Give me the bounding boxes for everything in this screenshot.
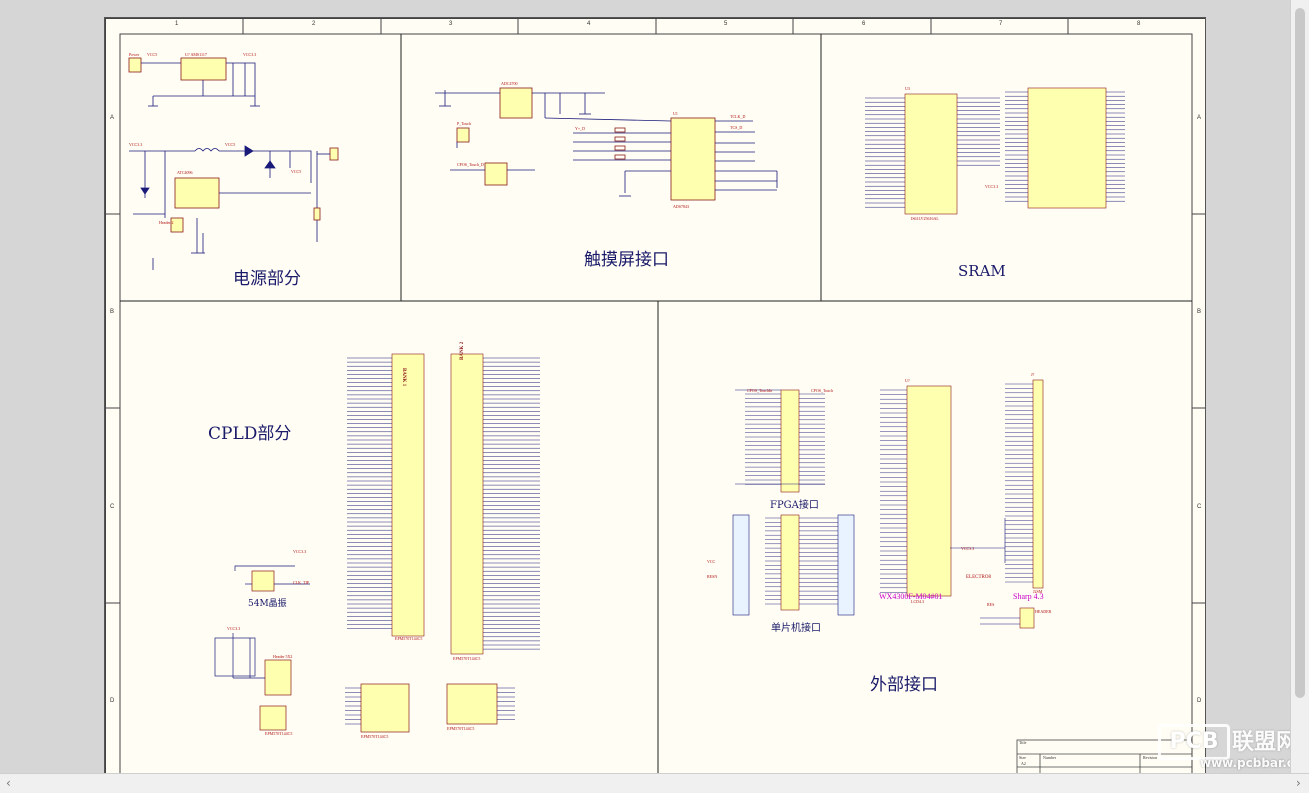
title-block-size: Size — [1019, 755, 1026, 760]
electro-label: ELECTRO8 — [966, 575, 991, 580]
svg-text:ADC4700: ADC4700 — [501, 81, 517, 86]
svg-text:VCC5: VCC5 — [225, 142, 235, 147]
svg-text:CPOS_TouchIn: CPOS_TouchIn — [747, 388, 772, 393]
schematic-drawing: VCC5 VCC3.3 Power VCC3.3 VCC5 U? AMS1117… — [105, 18, 1205, 776]
svg-text:ATC4096: ATC4096 — [177, 170, 193, 175]
svg-text:CLK_TIP: CLK_TIP — [293, 580, 310, 585]
svg-text:CPOS_Touch_D: CPOS_Touch_D — [457, 162, 484, 167]
svg-text:Power: Power — [129, 52, 140, 57]
svg-text:VCC3.3: VCC3.3 — [985, 184, 998, 189]
svg-text:IS61LV25616AL: IS61LV25616AL — [911, 216, 939, 221]
border-row-label: D — [1197, 698, 1202, 704]
scroll-left-icon[interactable]: ‹ — [6, 776, 11, 790]
border-col-label: 8 — [1137, 21, 1141, 27]
svg-text:VCC3.3: VCC3.3 — [227, 626, 240, 631]
svg-text:EPM570T144C5: EPM570T144C5 — [453, 656, 480, 661]
svg-text:CPOS_Touch: CPOS_Touch — [811, 388, 833, 393]
scroll-right-icon[interactable]: › — [1296, 776, 1301, 790]
schematic-viewer[interactable]: VCC5 VCC3.3 Power VCC3.3 VCC5 U? AMS1117… — [0, 0, 1309, 793]
svg-text:Header 2: Header 2 — [159, 220, 174, 225]
border-col-label: 2 — [312, 21, 316, 27]
svg-text:RES: RES — [987, 602, 994, 607]
svg-text:VCC3.3: VCC3.3 — [293, 549, 306, 554]
svg-text:U? AMS1117: U? AMS1117 — [185, 52, 207, 57]
svg-text:U1: U1 — [673, 111, 678, 116]
svg-text:ADS7843: ADS7843 — [673, 204, 689, 209]
power-circuit — [128, 57, 339, 270]
section-title-external: 外部接口 — [870, 675, 938, 695]
svg-text:EPM570T144C5: EPM570T144C5 — [395, 636, 422, 641]
schematic-sheet[interactable]: VCC5 VCC3.3 Power VCC3.3 VCC5 U? AMS1117… — [104, 17, 1206, 777]
svg-text:VCC3.3: VCC3.3 — [129, 142, 142, 147]
svg-text:RESN: RESN — [707, 574, 717, 579]
watermark-name: 联盟网 — [1232, 730, 1299, 755]
border-row-label: C — [110, 504, 115, 510]
svg-text:U?: U? — [905, 378, 910, 383]
vertical-scrollbar[interactable] — [1290, 0, 1309, 773]
title-block-size-value: A2 — [1021, 761, 1026, 766]
section-title-touch: 触摸屏接口 — [584, 250, 669, 270]
border-col-label: 7 — [999, 21, 1003, 27]
watermark-logo: PCB — [1158, 724, 1230, 760]
svg-text:EPM570T144C5: EPM570T144C5 — [265, 731, 292, 736]
border-col-label: 6 — [862, 21, 866, 27]
vertical-scroll-thumb[interactable] — [1295, 8, 1305, 698]
svg-text:VCC3.3: VCC3.3 — [961, 546, 974, 551]
lcd-module-label: WX4300F-M04#01 — [879, 592, 943, 601]
bank2-label: BANK 2 — [460, 341, 465, 360]
svg-text:VCC5: VCC5 — [147, 52, 157, 57]
border-col-label: 5 — [724, 21, 728, 27]
mcu-label: 单片机接口 — [771, 623, 821, 634]
border-row-label: A — [110, 115, 115, 121]
section-title-cpld: CPLD部分 — [208, 424, 292, 444]
svg-text:TCLK_D: TCLK_D — [730, 114, 745, 119]
svg-text:EPM570T144C5: EPM570T144C5 — [361, 734, 388, 739]
section-title-power: 电源部分 — [233, 269, 301, 289]
section-title-sram: SRAM — [958, 262, 1006, 280]
cpld-circuit — [391, 353, 484, 655]
border-row-label: D — [110, 698, 115, 704]
svg-text:U3: U3 — [905, 86, 910, 91]
fpga-label: FPGA接口 — [770, 500, 819, 511]
svg-text:VCC3.3: VCC3.3 — [243, 52, 256, 57]
svg-text:EPM570T144C5: EPM570T144C5 — [447, 726, 474, 731]
svg-text:J?: J? — [1031, 372, 1035, 377]
border-row-label: C — [1197, 504, 1202, 510]
horizontal-scrollbar[interactable]: ‹ › — [0, 773, 1309, 793]
watermark: PCB 联盟网 www.pcbbar.com — [1150, 724, 1309, 770]
border-col-label: 4 — [587, 21, 591, 27]
svg-text:P_Touch: P_Touch — [457, 121, 471, 126]
svg-text:HEADER: HEADER — [1035, 609, 1052, 614]
border-row-label: B — [110, 309, 115, 315]
border-col-label: 3 — [449, 21, 453, 27]
osc-label: 54M晶振 — [248, 599, 287, 609]
border-row-label: B — [1197, 309, 1202, 315]
title-block-title: Title — [1019, 740, 1027, 745]
sharp-label: Sharp 4.3 — [1013, 592, 1044, 601]
svg-text:VCC: VCC — [707, 559, 716, 564]
border-col-label: 1 — [175, 21, 179, 27]
bank1-label: BANK 1 — [401, 368, 406, 387]
border-row-label: A — [1197, 115, 1202, 121]
svg-text:Header 5X2: Header 5X2 — [273, 654, 292, 659]
svg-text:Y+_D: Y+_D — [575, 126, 585, 131]
title-block-number: Number — [1043, 755, 1057, 760]
svg-text:VCC5: VCC5 — [291, 169, 301, 174]
svg-text:TCS_D: TCS_D — [730, 125, 742, 130]
touch-circuit — [435, 87, 778, 201]
